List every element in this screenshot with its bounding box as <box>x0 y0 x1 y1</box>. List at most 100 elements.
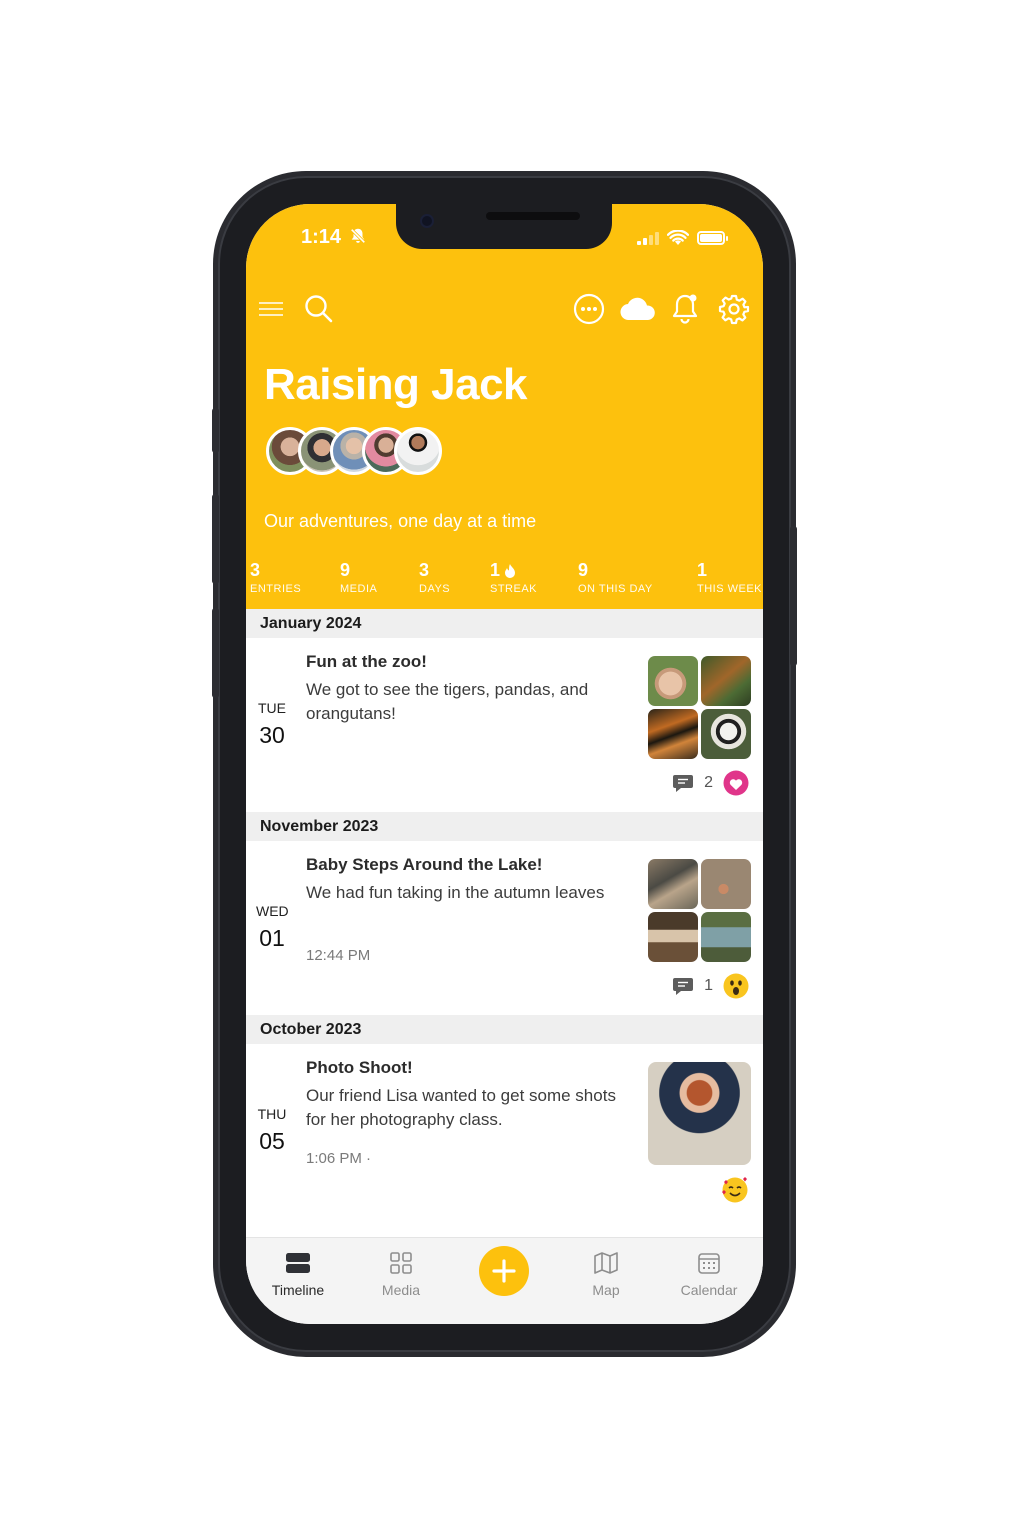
entry-day: 30 <box>259 722 285 748</box>
entry-weekday: WED <box>256 903 289 919</box>
stat-label: ON THIS DAY <box>578 583 653 595</box>
more-options-icon[interactable] <box>572 292 606 326</box>
silent-bell-icon <box>350 228 366 244</box>
entry-time: 1:06 PM · <box>306 1150 372 1167</box>
stat-days[interactable]: 3 DAYS <box>419 560 450 595</box>
mute-switch <box>212 408 219 453</box>
tab-label: Calendar <box>680 1282 738 1298</box>
photo-thumbnail[interactable] <box>701 912 751 962</box>
stat-this-week[interactable]: 1 THIS WEEK <box>697 560 762 595</box>
map-icon <box>594 1252 618 1274</box>
journal-entry[interactable]: THU 05 Photo Shoot! Our friend Lisa want… <box>246 1044 763 1218</box>
calendar-icon <box>698 1253 720 1274</box>
stat-entries[interactable]: 3 ENTRIES <box>250 560 301 595</box>
journal-subtitle: Our adventures, one day at a time <box>264 511 537 531</box>
cloud-sync-icon[interactable] <box>618 292 658 326</box>
power-button <box>790 526 797 666</box>
photo-thumbnail[interactable] <box>648 1062 751 1165</box>
entry-title: Fun at the zoo! <box>306 652 427 671</box>
entry-time: 12:44 PM <box>306 947 371 964</box>
member-avatars[interactable] <box>266 427 442 477</box>
tab-map[interactable]: Map <box>561 1250 651 1298</box>
journal-title: Raising Jack <box>264 360 528 409</box>
smiling-hearts-emoji-icon[interactable] <box>721 1176 749 1204</box>
month-header: January 2024 <box>246 609 763 638</box>
stat-label: MEDIA <box>340 583 378 595</box>
entry-body: We had fun taking in the autumn leaves <box>306 883 605 902</box>
stat-value: 3 <box>250 560 261 580</box>
stat-media[interactable]: 9 MEDIA <box>340 560 377 595</box>
battery-icon <box>697 231 728 245</box>
tab-label: Timeline <box>271 1282 325 1298</box>
journal-entry[interactable]: TUE 30 Fun at the zoo! We got to see the… <box>246 638 763 812</box>
photo-thumbnail[interactable] <box>648 912 698 962</box>
cellular-signal-icon <box>637 231 659 245</box>
phone-frame: 1:14 Raising Jack Our adventures, one da… <box>212 176 797 1352</box>
entry-day: 01 <box>259 925 285 951</box>
surprised-emoji-icon[interactable] <box>723 973 749 999</box>
photo-thumbnail[interactable] <box>701 709 751 759</box>
month-header: November 2023 <box>246 812 763 841</box>
status-time: 1:14 <box>301 226 367 249</box>
stat-value: 1 <box>697 560 708 580</box>
comment-count: 2 <box>704 774 713 791</box>
status-indicators <box>637 230 728 246</box>
entry-reactions: 2 <box>672 770 749 796</box>
photo-thumbnail[interactable] <box>648 709 698 759</box>
entry-photo-grid[interactable] <box>648 859 751 962</box>
speaker <box>486 212 580 220</box>
comment-icon[interactable] <box>672 773 694 793</box>
stat-value: 1 <box>490 560 537 581</box>
stat-label: ENTRIES <box>250 583 302 595</box>
entry-day: 05 <box>259 1128 285 1154</box>
stat-label: THIS WEEK <box>697 583 763 595</box>
stat-on-this-day[interactable]: 9 ON THIS DAY <box>578 560 653 595</box>
bottom-tab-bar: Timeline Media Map Calendar <box>246 1237 763 1324</box>
add-entry-button[interactable] <box>479 1246 529 1296</box>
search-icon[interactable] <box>302 292 336 326</box>
photo-thumbnail[interactable] <box>648 859 698 909</box>
streak-value: 1 <box>490 560 501 580</box>
volume-down-button <box>212 608 219 698</box>
tab-media[interactable]: Media <box>356 1250 446 1298</box>
stats-bar: 3 ENTRIES 9 MEDIA 3 DAYS 1 STREAK 9 ON T… <box>246 560 763 600</box>
tab-label: Map <box>592 1282 620 1298</box>
photo-thumbnail[interactable] <box>701 859 751 909</box>
front-camera <box>420 214 434 228</box>
month-header: October 2023 <box>246 1015 763 1044</box>
notifications-bell-icon[interactable] <box>668 292 702 326</box>
stat-value: 9 <box>578 560 589 580</box>
entry-photo-grid[interactable] <box>648 656 751 759</box>
tab-timeline[interactable]: Timeline <box>253 1250 343 1298</box>
settings-gear-icon[interactable] <box>717 292 751 326</box>
timeline-icon <box>286 1253 310 1273</box>
grid-icon <box>390 1252 412 1274</box>
tab-calendar[interactable]: Calendar <box>664 1250 754 1298</box>
entry-reactions: 1 <box>672 973 749 999</box>
entry-body: Our friend Lisa wanted to get some shots… <box>306 1086 616 1129</box>
entry-reactions <box>721 1176 749 1204</box>
entry-weekday: TUE <box>258 700 286 716</box>
stat-value: 3 <box>419 560 430 580</box>
screen: 1:14 Raising Jack Our adventures, one da… <box>246 204 763 1324</box>
entry-title: Photo Shoot! <box>306 1058 413 1077</box>
entry-weekday: THU <box>257 1106 287 1122</box>
entry-body: We got to see the tigers, pandas, and or… <box>306 680 589 723</box>
avatar[interactable] <box>394 427 442 475</box>
photo-thumbnail[interactable] <box>701 656 751 706</box>
photo-thumbnail[interactable] <box>648 656 698 706</box>
journal-header: 1:14 Raising Jack Our adventures, one da… <box>246 204 763 609</box>
menu-icon[interactable] <box>254 292 288 326</box>
flame-icon <box>505 563 516 578</box>
stat-label: STREAK <box>490 583 538 595</box>
status-time-text: 1:14 <box>301 226 342 248</box>
stat-streak[interactable]: 1 STREAK <box>490 560 537 595</box>
comment-icon[interactable] <box>672 976 694 996</box>
heart-reaction-icon[interactable] <box>723 770 749 796</box>
timeline-feed[interactable]: January 2024 TUE 30 Fun at the zoo! We g… <box>246 609 763 1237</box>
volume-up-button <box>212 494 219 584</box>
comment-count: 1 <box>704 977 713 994</box>
plus-icon <box>492 1259 516 1283</box>
stat-value: 9 <box>340 560 351 580</box>
journal-entry[interactable]: WED 01 Baby Steps Around the Lake! We ha… <box>246 841 763 1015</box>
